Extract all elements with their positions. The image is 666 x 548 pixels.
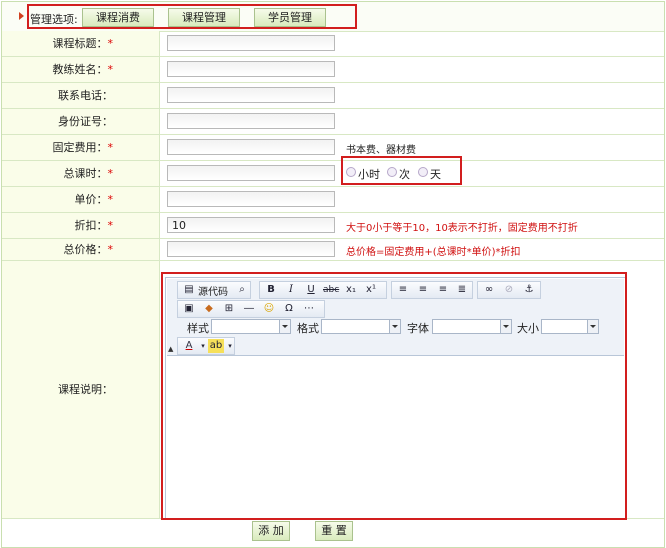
phone-input[interactable] [167,87,335,103]
row-phone: 联系电话： [2,83,664,109]
discount-input[interactable] [167,217,335,233]
row-discount: 折扣：* 大于0小于等于10，10表示不打折，固定费用不打折 [2,213,664,239]
total-price-hint: 总价格=固定费用+(总课时*单价)*折扣 [346,247,521,258]
total-hours-input[interactable] [167,165,335,181]
row-coach-name: 教练姓名：* [2,57,664,83]
row-fixed-fee: 固定费用：* 书本费、器材费 [2,135,664,161]
fixed-fee-label: 固定费用：* [2,135,160,160]
row-id-number: 身份证号： [2,109,664,135]
reset-button[interactable]: 重 置 [315,521,353,541]
row-total-price: 总价格：* 总价格=固定费用+(总课时*单价)*折扣 [2,239,664,261]
unit-price-input[interactable] [167,191,335,207]
id-number-input[interactable] [167,113,335,129]
row-unit-price: 单价：* [2,187,664,213]
highlight-box-header [27,4,357,29]
course-title-label: 课程标题：* [2,31,160,56]
course-title-input[interactable] [167,35,335,51]
total-hours-label: 总课时：* [2,161,160,186]
coach-name-label: 教练姓名：* [2,57,160,82]
fixed-fee-input[interactable] [167,139,335,155]
description-label: 课程说明： [2,261,160,518]
coach-name-input[interactable] [167,61,335,77]
add-button[interactable]: 添 加 [252,521,290,541]
form-page: 管理选项: 课程消费 课程管理 学员管理 课程标题：* 教练姓名：* 联系电话：… [1,1,665,548]
highlight-box-units [341,156,462,185]
unit-price-label: 单价：* [2,187,160,212]
discount-hint: 大于0小于等于10，10表示不打折，固定费用不打折 [346,223,578,234]
discount-label: 折扣：* [2,213,160,238]
highlight-box-editor [161,272,627,520]
arrow-right-icon [19,12,24,20]
id-number-label: 身份证号： [2,109,160,134]
row-course-title: 课程标题：* [2,31,664,57]
total-price-label: 总价格：* [2,239,160,260]
fixed-fee-hint: 书本费、器材费 [346,145,416,156]
phone-label: 联系电话： [2,83,160,108]
total-price-input[interactable] [167,241,335,257]
row-total-hours: 总课时：* 小时 次 天 [2,161,664,187]
